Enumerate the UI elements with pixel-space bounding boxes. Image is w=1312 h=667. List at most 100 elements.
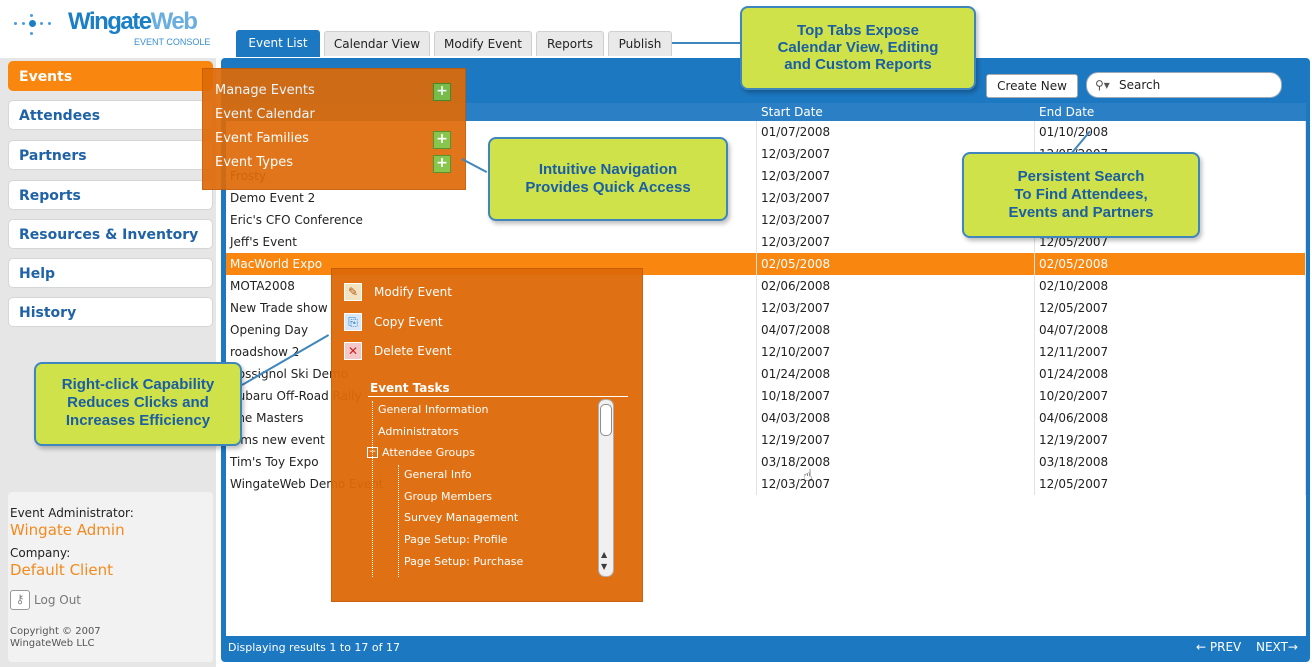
logo-subtitle: EVENT CONSOLE: [134, 37, 211, 47]
end-date-cell: 04/06/2008: [1035, 407, 1306, 429]
tree-item-page-setup-profile[interactable]: Page Setup: Profile: [404, 533, 508, 546]
add-family-icon[interactable]: +: [433, 131, 451, 149]
tree-item-general-info[interactable]: General Info: [404, 468, 472, 481]
scrollbar-thumb[interactable]: [600, 404, 612, 436]
callout-rightclick: Right-click Capability Reduces Clicks an…: [34, 362, 242, 446]
collapse-icon[interactable]: −: [367, 447, 378, 458]
start-date-cell: 01/24/2008: [757, 363, 1035, 385]
pencil-icon: ✎: [344, 283, 362, 301]
sidebar-item-reports[interactable]: Reports: [8, 180, 213, 210]
context-menu: ✎ Modify Event ⎘ Copy Event ✕ Delete Eve…: [331, 268, 643, 602]
copyright-line1: Copyright © 2007: [10, 626, 101, 637]
end-date-cell: 02/05/2008: [1035, 253, 1306, 275]
tab-modify-event[interactable]: Modify Event: [434, 31, 532, 56]
logout-link[interactable]: Log Out: [34, 593, 81, 607]
start-date-cell: 12/03/2007: [757, 473, 1035, 495]
delete-icon: ✕: [344, 342, 362, 360]
start-date-cell: 12/19/2007: [757, 429, 1035, 451]
tab-publish[interactable]: Publish: [608, 31, 672, 56]
menu-item-manage-events[interactable]: Manage Events: [215, 83, 315, 98]
tree-line: [372, 401, 374, 577]
tab-calendar-view[interactable]: Calendar View: [324, 31, 430, 56]
end-date-cell: 10/20/2007: [1035, 385, 1306, 407]
end-date-cell: 01/10/2008: [1035, 121, 1306, 143]
tree-scrollbar[interactable]: ▲ ▼: [598, 399, 614, 577]
logo-dot-icon: [14, 22, 17, 25]
copyright-line2: WingateWeb LLC: [10, 638, 95, 649]
create-new-button[interactable]: Create New: [986, 74, 1078, 98]
callout-connector: [672, 42, 742, 44]
end-date-cell: 12/05/2007: [1035, 297, 1306, 319]
tree-item-administrators[interactable]: Administrators: [378, 425, 459, 438]
end-date-cell: 12/19/2007: [1035, 429, 1306, 451]
start-date-cell: 12/10/2007: [757, 341, 1035, 363]
sidebar-item-help[interactable]: Help: [8, 258, 213, 288]
logo-dot-icon: [48, 22, 51, 25]
end-date-cell: 04/07/2008: [1035, 319, 1306, 341]
start-date-cell: 04/03/2008: [757, 407, 1035, 429]
events-submenu: Manage Events + Event Calendar Event Fam…: [202, 68, 466, 190]
tree-item-page-setup-purchase[interactable]: Page Setup: Purchase: [404, 555, 523, 568]
logo-dot-icon: [22, 22, 25, 25]
prev-button[interactable]: ← PREV: [1196, 640, 1241, 654]
end-date-cell: 01/24/2008: [1035, 363, 1306, 385]
company-name: Default Client: [10, 561, 114, 579]
arrow-right-icon: →: [1287, 640, 1298, 654]
start-date-cell: 02/06/2008: [757, 275, 1035, 297]
tab-reports[interactable]: Reports: [536, 31, 604, 56]
sidebar-item-history[interactable]: History: [8, 297, 213, 327]
search-icon[interactable]: ⚲▾: [1095, 73, 1110, 97]
divider: [368, 396, 628, 397]
end-date-cell: 12/11/2007: [1035, 341, 1306, 363]
arrow-left-icon: ←: [1196, 640, 1207, 654]
end-date-cell: 12/05/2007: [1035, 473, 1306, 495]
sidebar-item-events[interactable]: Events: [8, 61, 213, 91]
start-date-cell: 01/07/2008: [757, 121, 1035, 143]
scroll-down-icon[interactable]: ▼: [601, 562, 607, 571]
add-event-icon[interactable]: +: [433, 83, 451, 101]
tab-event-list[interactable]: Event List: [236, 30, 320, 57]
results-count: Displaying results 1 to 17 of 17: [228, 641, 401, 654]
admin-name: Wingate Admin: [10, 521, 125, 539]
logo-dot-icon: [40, 22, 43, 25]
menu-item-event-families[interactable]: Event Families: [215, 131, 309, 146]
add-type-icon[interactable]: +: [433, 155, 451, 173]
logo-dot-icon: [30, 32, 33, 35]
scroll-up-icon[interactable]: ▲: [601, 550, 607, 559]
tree-item-attendee-groups[interactable]: Attendee Groups: [382, 446, 475, 459]
menu-item-delete-event[interactable]: Delete Event: [374, 344, 452, 358]
callout-top-tabs: Top Tabs Expose Calendar View, Editing a…: [740, 6, 976, 90]
column-header-start-date[interactable]: Start Date: [757, 103, 1035, 121]
company-label: Company:: [10, 546, 71, 560]
start-date-cell: 03/18/2008: [757, 451, 1035, 473]
end-date-cell: 03/18/2008: [1035, 451, 1306, 473]
admin-info-panel: Event Administrator: Wingate Admin Compa…: [8, 492, 213, 662]
logo-wordmark: WingateWeb: [68, 8, 198, 35]
event-tasks-title: Event Tasks: [370, 381, 450, 395]
column-header-end-date[interactable]: End Date: [1035, 103, 1306, 121]
search-placeholder: Search: [1119, 78, 1161, 92]
search-input[interactable]: ⚲▾ Search: [1086, 72, 1282, 98]
tree-item-general-information[interactable]: General Information: [378, 403, 489, 416]
menu-item-modify-event[interactable]: Modify Event: [374, 285, 452, 299]
tree-line: [398, 465, 400, 577]
start-date-cell: 12/03/2007: [757, 297, 1035, 319]
end-date-cell: 02/10/2008: [1035, 275, 1306, 297]
next-button[interactable]: NEXT→: [1256, 640, 1298, 654]
callout-search: Persistent Search To Find Attendees, Eve…: [962, 152, 1200, 238]
tree-item-group-members[interactable]: Group Members: [404, 490, 492, 503]
menu-item-event-calendar[interactable]: Event Calendar: [215, 107, 315, 122]
sidebar-item-resources-inventory[interactable]: Resources & Inventory: [8, 219, 213, 249]
sidebar-item-partners[interactable]: Partners: [8, 140, 213, 170]
sidebar-item-attendees[interactable]: Attendees: [8, 100, 213, 130]
start-date-cell: 10/18/2007: [757, 385, 1035, 407]
menu-item-event-types[interactable]: Event Types: [215, 155, 293, 170]
tree-item-survey-management[interactable]: Survey Management: [404, 511, 518, 524]
key-icon[interactable]: ⚷: [10, 590, 30, 610]
start-date-cell: 04/07/2008: [757, 319, 1035, 341]
menu-item-copy-event[interactable]: Copy Event: [374, 315, 443, 329]
logo: WingateWeb EVENT CONSOLE: [14, 4, 214, 50]
admin-label: Event Administrator:: [10, 506, 134, 520]
logo-dot-icon: [30, 14, 33, 17]
copy-icon: ⎘: [344, 313, 362, 331]
